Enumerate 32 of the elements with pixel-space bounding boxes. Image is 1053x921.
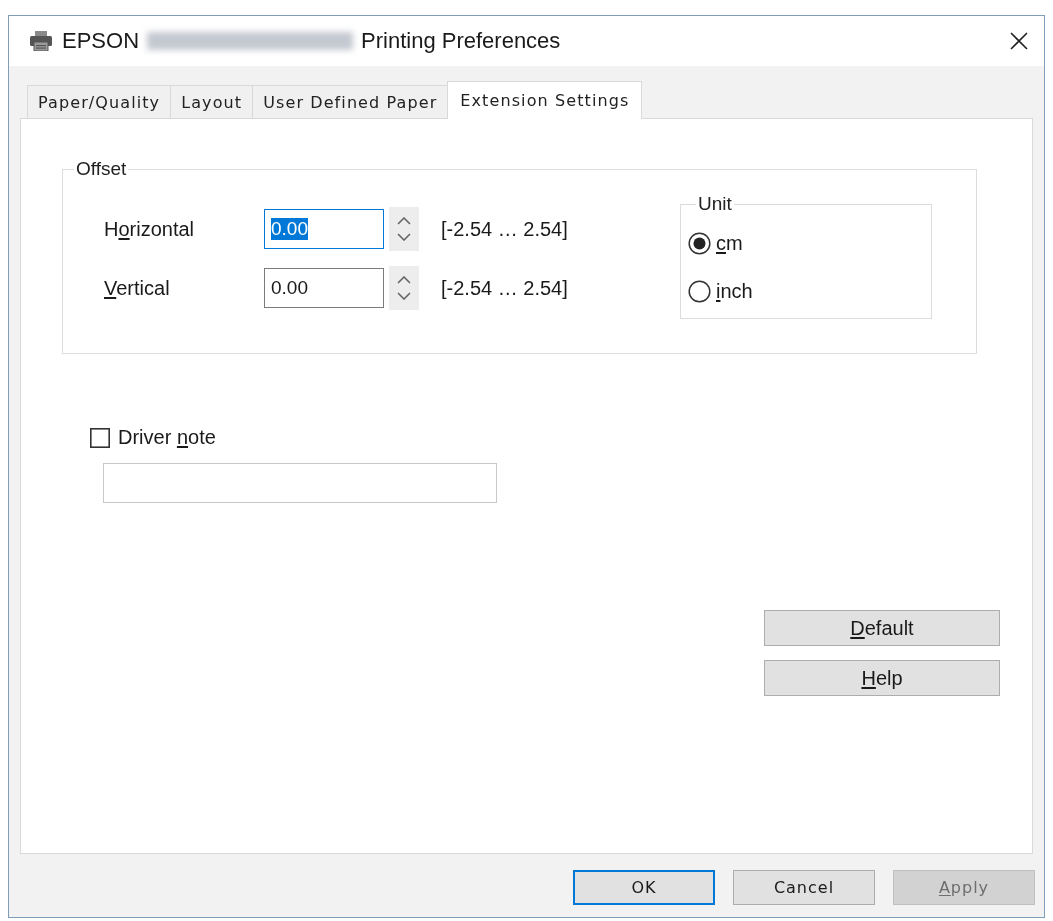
note-field[interactable]	[103, 463, 497, 503]
group-label: Unit	[697, 193, 733, 215]
dialog-button[interactable]: Default	[764, 610, 1000, 646]
printer-icon	[30, 31, 52, 51]
close-button[interactable]	[1008, 30, 1030, 52]
radio-button[interactable]	[688, 232, 711, 255]
dialog-button[interactable]: Cancel	[733, 870, 875, 905]
dialog-button[interactable]: Help	[764, 660, 1000, 696]
window-title: Printing Preferences	[361, 28, 561, 54]
group-label: Offset	[75, 158, 128, 180]
number-field[interactable]: 0.00	[264, 209, 384, 249]
checkbox[interactable]	[90, 427, 110, 448]
close-icon	[1010, 32, 1028, 50]
tab[interactable]: Extension Settings	[447, 81, 643, 119]
spin-control[interactable]	[389, 266, 419, 310]
dialog-button[interactable]: OK	[573, 870, 715, 905]
tab[interactable]: Paper/Quality	[27, 85, 172, 118]
chevron-up-icon[interactable]	[397, 276, 411, 284]
field-label: Horizontal	[104, 217, 196, 241]
chevron-down-icon[interactable]	[397, 233, 411, 241]
number-field[interactable]: 0.00	[264, 268, 384, 308]
window-title: EPSON	[62, 28, 140, 54]
radio-label[interactable]: inch	[716, 280, 753, 303]
chevron-down-icon[interactable]	[397, 292, 411, 300]
radio-label[interactable]: cm	[716, 232, 743, 255]
spin-control[interactable]	[389, 207, 419, 251]
field-label: Vertical	[104, 276, 171, 300]
checkbox-label[interactable]: Driver note	[118, 426, 216, 449]
range-text: [-2.54 … 2.54]	[441, 276, 568, 300]
chevron-up-icon[interactable]	[397, 217, 411, 225]
range-text: [-2.54 … 2.54]	[441, 217, 568, 241]
radio-button[interactable]	[688, 280, 711, 303]
